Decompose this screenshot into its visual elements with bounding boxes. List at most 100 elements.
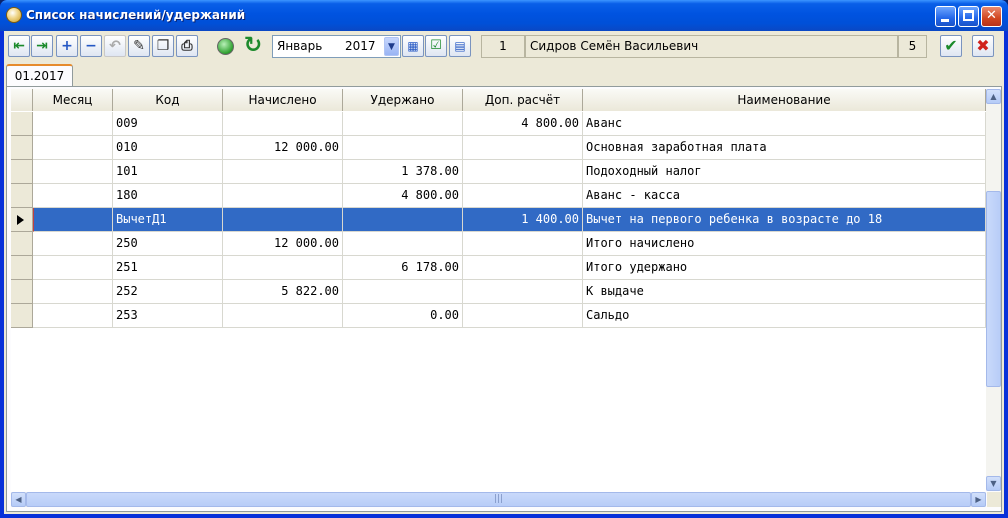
table-row[interactable]: 010 12 000.00 Основная заработная плата [11, 136, 986, 160]
add-button[interactable]: + [56, 35, 78, 57]
scroll-down-icon[interactable]: ▼ [986, 476, 1001, 491]
header-withheld[interactable]: Удержано [343, 89, 463, 111]
scroll-up-icon[interactable]: ▲ [986, 89, 1001, 104]
check-button[interactable]: ☑ [425, 35, 447, 57]
cell-withheld[interactable]: 1 378.00 [343, 160, 463, 184]
row-indicator[interactable] [11, 184, 33, 208]
print-button[interactable]: ⎙ [176, 35, 198, 57]
table-row[interactable]: 180 4 800.00 Аванс - касса [11, 184, 986, 208]
cell-code[interactable]: 252 [113, 280, 223, 304]
row-indicator[interactable] [11, 136, 33, 160]
cell-extra[interactable] [463, 256, 583, 280]
table-row[interactable]: 101 1 378.00 Подоходный налог [11, 160, 986, 184]
row-indicator[interactable] [11, 112, 33, 136]
cell-withheld[interactable]: 4 800.00 [343, 184, 463, 208]
cell-extra[interactable] [463, 184, 583, 208]
row-indicator[interactable] [11, 232, 33, 256]
cell-code[interactable]: 253 [113, 304, 223, 328]
copy-button[interactable]: ❐ [152, 35, 174, 57]
cell-accrued[interactable] [223, 208, 343, 232]
cell-name[interactable]: Итого начислено [583, 232, 986, 256]
cell-accrued[interactable] [223, 112, 343, 136]
cell-code[interactable]: ВычетД1 [113, 208, 223, 232]
cell-name[interactable]: Подоходный налог [583, 160, 986, 184]
edit-button[interactable]: ✎ [128, 35, 150, 57]
table-button[interactable]: ▤ [449, 35, 471, 57]
cell-accrued[interactable] [223, 304, 343, 328]
row-indicator[interactable] [11, 304, 33, 328]
maximize-button[interactable] [958, 6, 979, 27]
cell-month[interactable] [33, 112, 113, 136]
cell-extra[interactable] [463, 304, 583, 328]
cell-accrued[interactable] [223, 184, 343, 208]
cell-withheld[interactable]: 6 178.00 [343, 256, 463, 280]
cell-extra[interactable] [463, 280, 583, 304]
cancel-button[interactable]: ✖ [972, 35, 994, 57]
calendar-button[interactable]: ▦ [402, 35, 424, 57]
header-month[interactable]: Месяц [33, 89, 113, 111]
cell-month[interactable] [33, 304, 113, 328]
green-circle-icon[interactable] [217, 38, 234, 55]
cell-name[interactable]: Сальдо [583, 304, 986, 328]
cell-withheld[interactable] [343, 112, 463, 136]
cell-withheld[interactable]: 0.00 [343, 304, 463, 328]
cell-month[interactable] [33, 136, 113, 160]
scroll-left-icon[interactable]: ◀ [11, 492, 26, 507]
cell-code[interactable]: 010 [113, 136, 223, 160]
cell-accrued[interactable]: 12 000.00 [223, 232, 343, 256]
cell-month[interactable] [33, 256, 113, 280]
period-select[interactable]: Январь 2017 ▼ [272, 35, 401, 58]
chevron-down-icon[interactable]: ▼ [384, 37, 399, 56]
cell-extra[interactable] [463, 160, 583, 184]
header-extra[interactable]: Доп. расчёт [463, 89, 583, 111]
cell-extra[interactable] [463, 136, 583, 160]
row-indicator[interactable] [11, 256, 33, 280]
cell-code[interactable]: 251 [113, 256, 223, 280]
cell-name[interactable]: Вычет на первого ребенка в возрасте до 1… [583, 208, 986, 232]
cell-month[interactable] [33, 184, 113, 208]
cell-name[interactable]: Аванс - касса [583, 184, 986, 208]
row-indicator[interactable] [11, 208, 33, 232]
cell-name[interactable]: К выдаче [583, 280, 986, 304]
table-row[interactable]: ВычетД1 1 400.00 Вычет на первого ребенка … [11, 208, 986, 232]
cell-code[interactable]: 250 [113, 232, 223, 256]
table-row[interactable]: 253 0.00 Сальдо [11, 304, 986, 328]
table-row[interactable]: 251 6 178.00 Итого удержано [11, 256, 986, 280]
cell-month[interactable] [33, 208, 113, 232]
cell-accrued[interactable]: 5 822.00 [223, 280, 343, 304]
cell-withheld[interactable] [343, 208, 463, 232]
first-record-button[interactable]: ⇤ [8, 35, 30, 57]
table-row[interactable]: 250 12 000.00 Итого начислено [11, 232, 986, 256]
cell-name[interactable]: Итого удержано [583, 256, 986, 280]
row-indicator[interactable] [11, 280, 33, 304]
vertical-scroll-thumb[interactable] [986, 191, 1001, 387]
cell-withheld[interactable] [343, 136, 463, 160]
close-button[interactable]: ✕ [981, 6, 1002, 27]
cell-withheld[interactable] [343, 232, 463, 256]
remove-button[interactable]: − [80, 35, 102, 57]
scroll-right-icon[interactable]: ▶ [971, 492, 986, 507]
cell-name[interactable]: Основная заработная плата [583, 136, 986, 160]
horizontal-scrollbar[interactable]: ◀ ||| ▶ [11, 492, 986, 507]
cell-extra[interactable] [463, 232, 583, 256]
cell-name[interactable]: Аванс [583, 112, 986, 136]
header-accrued[interactable]: Начислено [223, 89, 343, 111]
table-row[interactable]: 252 5 822.00 К выдаче [11, 280, 986, 304]
cell-withheld[interactable] [343, 280, 463, 304]
cell-code[interactable]: 101 [113, 160, 223, 184]
cell-month[interactable] [33, 160, 113, 184]
cell-accrued[interactable] [223, 256, 343, 280]
vertical-scrollbar[interactable]: ▲ ▼ [986, 89, 1001, 491]
cell-accrued[interactable]: 12 000.00 [223, 136, 343, 160]
table-row[interactable]: 009 4 800.00 Аванс [11, 112, 986, 136]
cell-extra[interactable]: 1 400.00 [463, 208, 583, 232]
tab-period[interactable]: 01.2017 [6, 64, 73, 87]
header-name[interactable]: Наименование [583, 89, 986, 111]
title-bar[interactable]: Список начислений/удержаний ✕ [0, 0, 1008, 31]
undo-button[interactable]: ↶ [104, 35, 126, 57]
cell-extra[interactable]: 4 800.00 [463, 112, 583, 136]
cell-month[interactable] [33, 232, 113, 256]
ok-button[interactable]: ✔ [940, 35, 962, 57]
next-record-button[interactable]: ⇥ [31, 35, 53, 57]
refresh-icon[interactable]: ↻ [241, 35, 265, 57]
